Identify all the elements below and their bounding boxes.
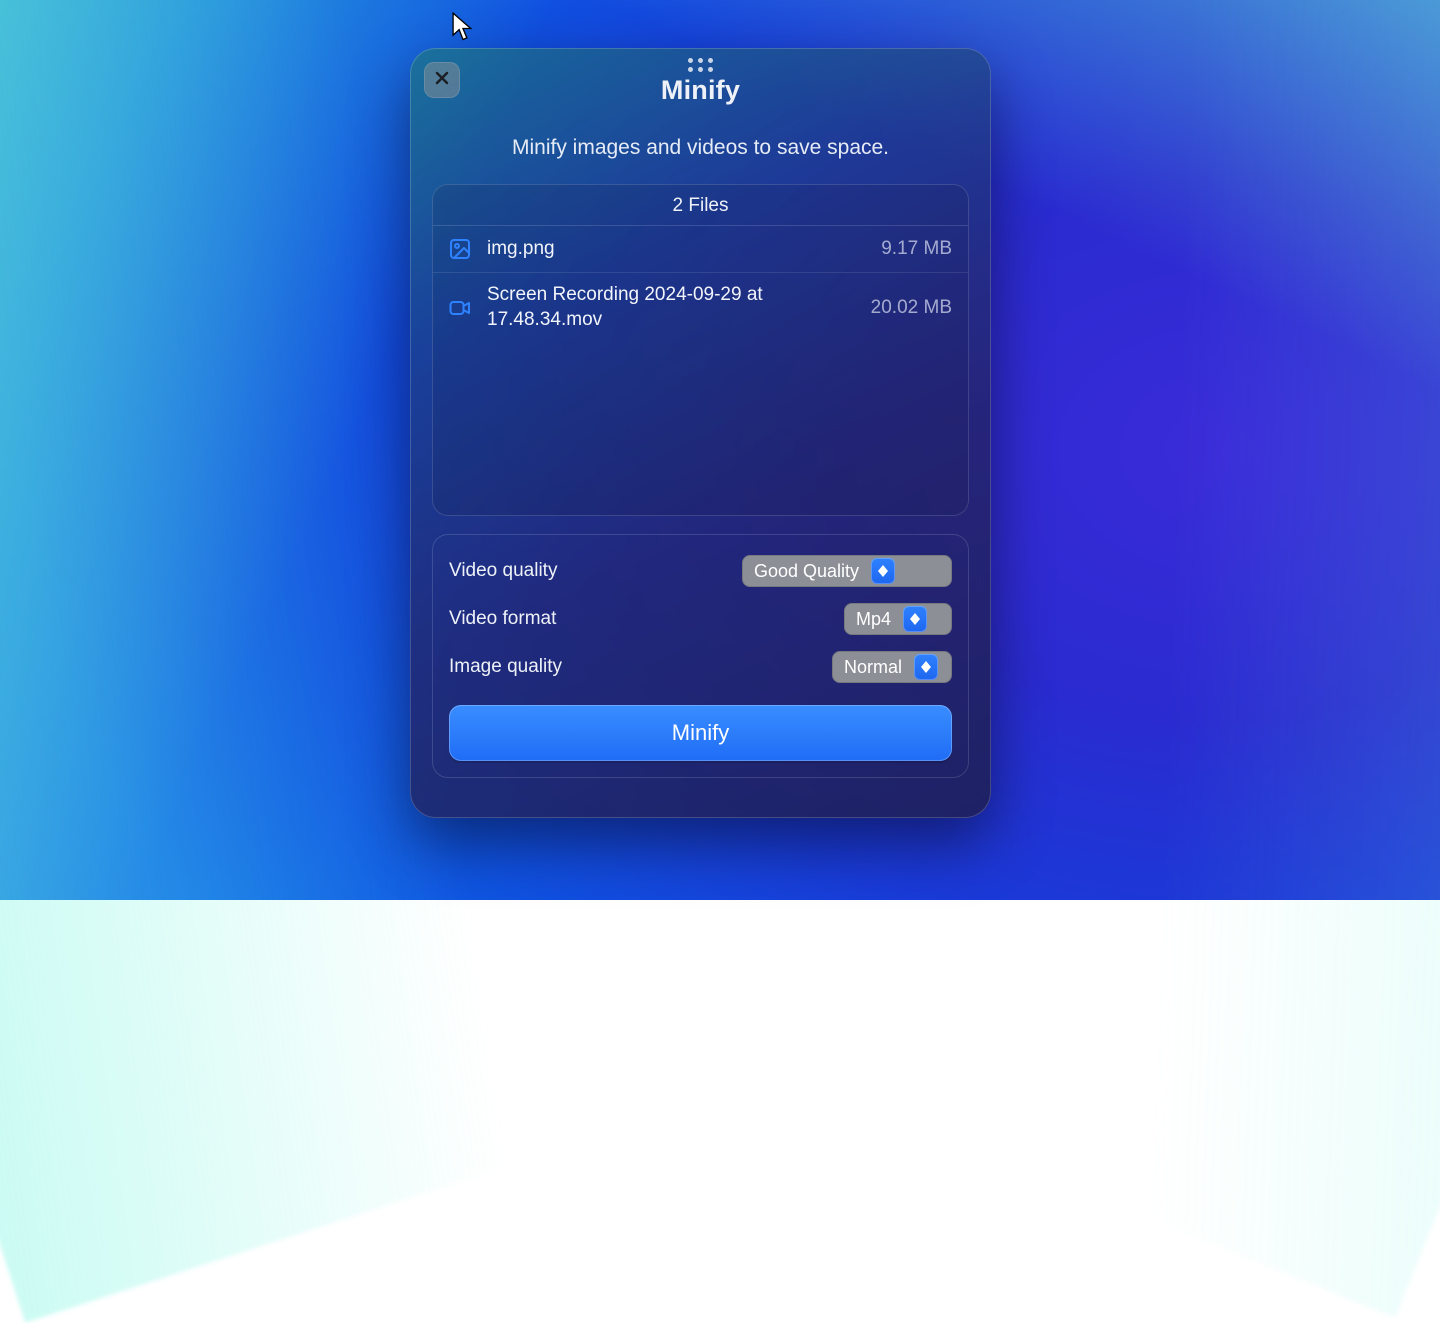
- image-icon: [447, 236, 473, 262]
- video-quality-select[interactable]: Good Quality: [742, 555, 952, 587]
- file-row[interactable]: Screen Recording 2024-09-29 at 17.48.34.…: [433, 273, 968, 342]
- image-quality-select[interactable]: Normal: [832, 651, 952, 683]
- setting-label: Video quality: [449, 560, 557, 582]
- file-name: Screen Recording 2024-09-29 at 17.48.34.…: [487, 283, 847, 332]
- setting-row-video-format: Video format Mp4: [449, 595, 952, 643]
- file-size: 20.02 MB: [861, 297, 952, 319]
- setting-label: Image quality: [449, 656, 562, 678]
- settings-panel: Video quality Good Quality Video format …: [432, 534, 969, 778]
- select-value: Mp4: [856, 609, 899, 630]
- app-title: Minify: [661, 75, 740, 106]
- mouse-cursor: [452, 12, 474, 40]
- setting-row-image-quality: Image quality Normal: [449, 643, 952, 691]
- file-size: 9.17 MB: [871, 238, 952, 260]
- select-value: Normal: [844, 657, 910, 678]
- files-header: 2 Files: [433, 185, 968, 226]
- close-button[interactable]: [424, 62, 460, 98]
- titlebar[interactable]: Minify: [410, 48, 991, 114]
- app-subtitle: Minify images and videos to save space.: [410, 136, 991, 160]
- updown-icon: [871, 558, 895, 584]
- updown-icon: [914, 654, 938, 680]
- setting-label: Video format: [449, 608, 556, 630]
- select-value: Good Quality: [754, 561, 867, 582]
- file-name: img.png: [487, 237, 857, 262]
- setting-row-video-quality: Video quality Good Quality: [449, 547, 952, 595]
- minify-window: Minify Minify images and videos to save …: [410, 48, 991, 818]
- minify-button-label: Minify: [672, 720, 729, 746]
- drag-handle-icon[interactable]: [688, 58, 714, 73]
- file-row[interactable]: img.png 9.17 MB: [433, 226, 968, 273]
- video-format-select[interactable]: Mp4: [844, 603, 952, 635]
- video-icon: [447, 295, 473, 321]
- updown-icon: [903, 606, 927, 632]
- close-icon: [434, 70, 450, 91]
- files-panel: 2 Files img.png 9.17 MB Screen Recording…: [432, 184, 969, 516]
- minify-button[interactable]: Minify: [449, 705, 952, 761]
